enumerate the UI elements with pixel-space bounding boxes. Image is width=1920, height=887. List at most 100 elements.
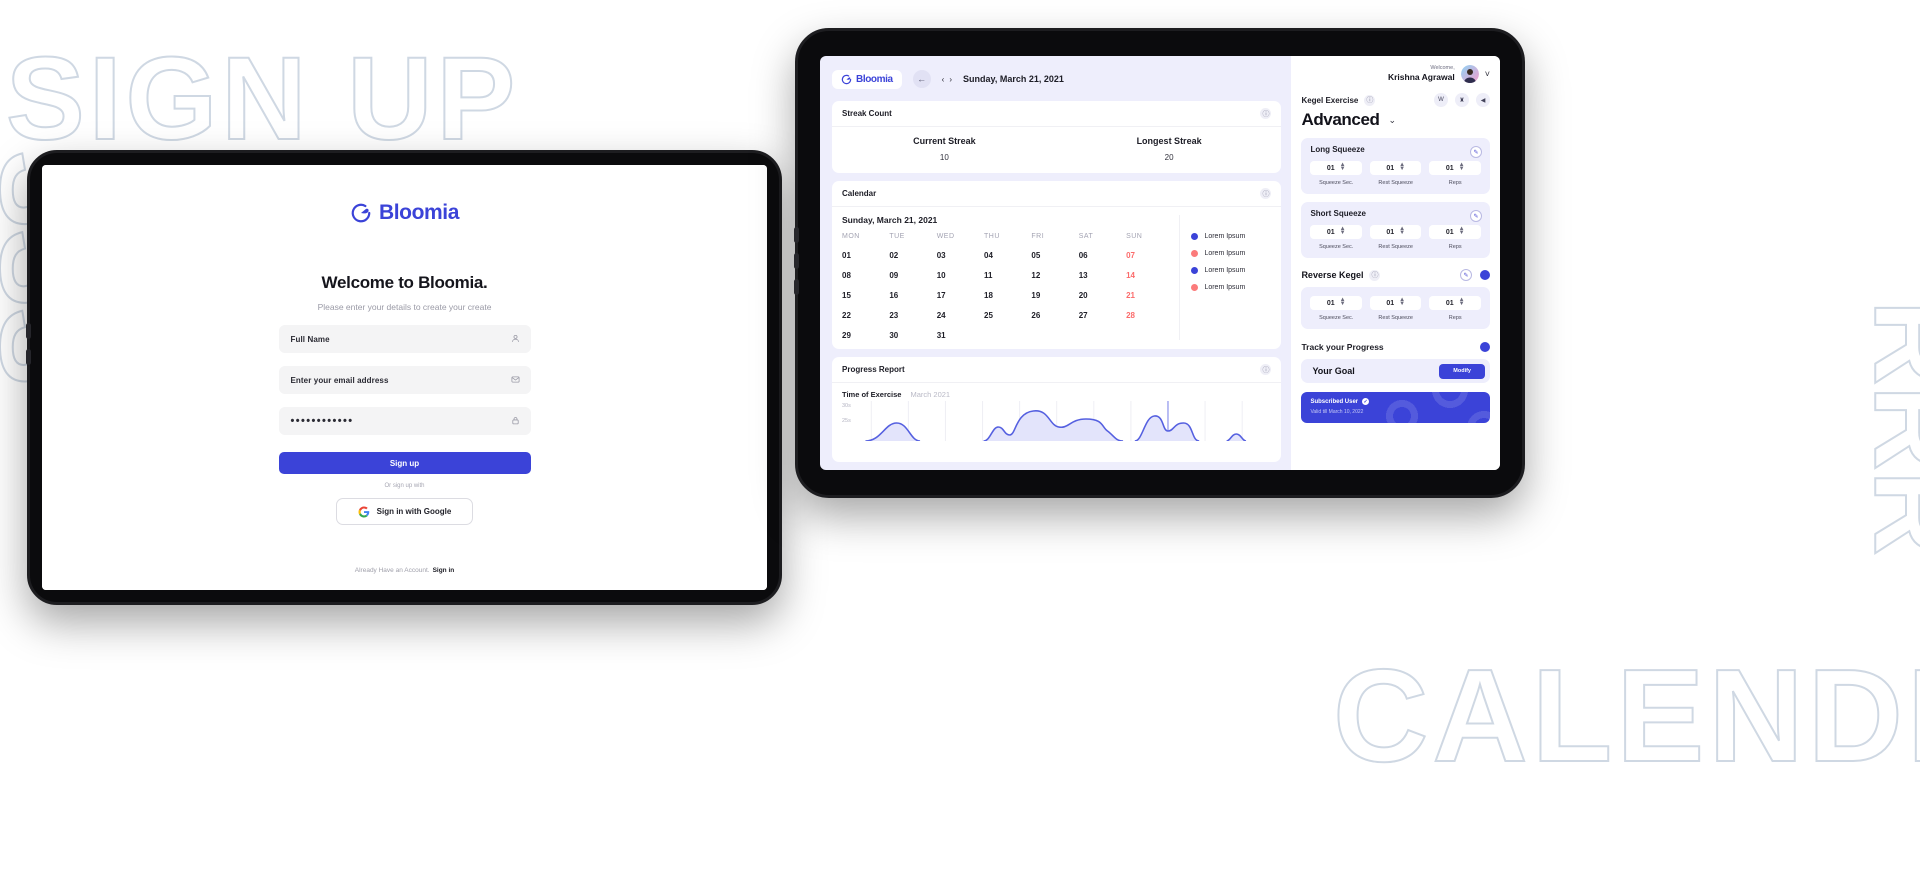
full-name-field[interactable]: Full Name bbox=[278, 325, 531, 353]
number-stepper[interactable]: 01 ▲ ▼ bbox=[1369, 161, 1422, 175]
brand-name: Bloomia bbox=[856, 73, 893, 85]
google-button-label: Sign in with Google bbox=[376, 507, 452, 516]
sign-in-link[interactable]: Sign in bbox=[433, 567, 455, 574]
long-squeeze-title: Long Squeeze bbox=[1310, 145, 1365, 154]
chart-y-axis: 30s 25s bbox=[842, 403, 851, 424]
subscription-card[interactable]: Subscribed User ✓ Valid till March 10, 2… bbox=[1301, 392, 1490, 423]
number-stepper[interactable]: 01 ▲ ▼ bbox=[1310, 296, 1362, 310]
calendar-body: Sunday, March 21, 2021 MON TUE WED THU FRI SA… bbox=[832, 207, 1281, 349]
number-stepper[interactable]: 01 ▲ ▼ bbox=[1429, 225, 1481, 239]
sign-up-button[interactable]: Sign up bbox=[278, 452, 531, 474]
password-field[interactable]: •••••••••••• bbox=[278, 407, 531, 435]
sign-in-with-google-button[interactable]: Sign in with Google bbox=[336, 498, 473, 525]
calendar-day[interactable]: 06 bbox=[1079, 251, 1126, 260]
bloomia-logo-icon bbox=[350, 202, 372, 224]
edit-icon[interactable]: ✎ bbox=[1470, 146, 1482, 158]
calendar-day[interactable]: 10 bbox=[937, 271, 984, 280]
stepper-arrows[interactable]: ▲ ▼ bbox=[1459, 297, 1465, 306]
stepper-value: 01 bbox=[1445, 228, 1454, 236]
info-icon[interactable]: ⓘ bbox=[1364, 94, 1376, 106]
reverse-kegel-toggle[interactable] bbox=[1480, 270, 1490, 280]
signup-form-container: Bloomia Welcome to Bloomia. Please enter… bbox=[42, 165, 767, 590]
subscribed-user-label: Subscribed User bbox=[1310, 398, 1359, 405]
stepper-arrows[interactable]: ▲ ▼ bbox=[1340, 226, 1346, 235]
track-progress-header: Track your Progress bbox=[1301, 342, 1490, 352]
number-stepper[interactable]: 01 ▲ ▼ bbox=[1429, 296, 1481, 310]
y-tick: 25s bbox=[842, 418, 851, 424]
widget-action-3-button[interactable]: ◀ bbox=[1476, 93, 1490, 107]
edit-icon[interactable]: ✎ bbox=[1470, 210, 1482, 222]
calendar-day[interactable]: 13 bbox=[1079, 271, 1126, 280]
stepper-arrows[interactable]: ▲ ▼ bbox=[1459, 162, 1465, 171]
calendar-day[interactable]: 02 bbox=[889, 251, 936, 260]
calendar-dow: SUN bbox=[1126, 233, 1143, 240]
calendar-day[interactable]: 11 bbox=[984, 271, 1031, 280]
welcome-label: Welcome, bbox=[1430, 65, 1455, 72]
calendar-card: Calendar ⓘ Sunday, March 21, 2021 MON TUE… bbox=[832, 181, 1282, 349]
calendar-day[interactable]: 26 bbox=[1031, 311, 1078, 320]
calendar-day[interactable]: 09 bbox=[889, 271, 936, 280]
google-icon bbox=[358, 506, 370, 518]
stepper-arrows[interactable]: ▲ ▼ bbox=[1340, 297, 1346, 306]
calendar-day[interactable]: 01 bbox=[842, 251, 889, 260]
widget-action-2-button[interactable]: ♜ bbox=[1455, 93, 1469, 107]
calendar-day[interactable]: 30 bbox=[889, 331, 936, 340]
number-stepper[interactable]: 01 ▲ ▼ bbox=[1369, 225, 1422, 239]
longest-streak-label: Longest Streak bbox=[1136, 136, 1202, 146]
calendar-day[interactable]: 07 bbox=[1126, 251, 1173, 260]
chevron-right-icon[interactable]: › bbox=[949, 75, 952, 84]
calendar-day[interactable]: 17 bbox=[937, 291, 984, 300]
calendar-day[interactable]: 27 bbox=[1079, 311, 1126, 320]
chevron-left-icon[interactable]: ‹ bbox=[942, 75, 945, 84]
chevron-down-icon[interactable]: ⌄ bbox=[1389, 115, 1397, 126]
back-button[interactable]: ← bbox=[912, 70, 931, 88]
calendar-dow: SAT bbox=[1078, 233, 1094, 240]
number-stepper[interactable]: 01 ▲ ▼ bbox=[1310, 161, 1362, 175]
progress-card-header: Progress Report ⓘ bbox=[832, 357, 1282, 383]
calendar-day[interactable]: 31 bbox=[937, 331, 984, 340]
stepper-arrows[interactable]: ▲ ▼ bbox=[1340, 162, 1346, 171]
dashboard-topbar: Bloomia ← ‹ › Sunday, March 21, 2021 bbox=[832, 66, 1281, 92]
calendar-day[interactable]: 29 bbox=[842, 331, 889, 340]
modify-goal-button[interactable]: Modify bbox=[1439, 363, 1485, 379]
stepper-arrows[interactable]: ▲ ▼ bbox=[1399, 297, 1405, 306]
stepper-arrows[interactable]: ▲ ▼ bbox=[1399, 226, 1405, 235]
calendar-card-title: Calendar bbox=[842, 189, 877, 198]
calendar-day[interactable]: 03 bbox=[937, 251, 984, 260]
number-stepper[interactable]: 01 ▲ ▼ bbox=[1429, 161, 1481, 175]
stepper-arrows[interactable]: ▲ ▼ bbox=[1399, 162, 1405, 171]
calendar-day[interactable]: 15 bbox=[842, 291, 889, 300]
number-stepper[interactable]: 01 ▲ ▼ bbox=[1369, 296, 1422, 310]
widget-action-1-button[interactable]: W bbox=[1434, 93, 1448, 107]
calendar-day[interactable]: 25 bbox=[984, 311, 1031, 320]
calendar-day[interactable]: 23 bbox=[889, 311, 936, 320]
track-progress-toggle[interactable] bbox=[1480, 342, 1490, 352]
calendar-day[interactable]: 08 bbox=[842, 271, 889, 280]
dashboard-logo[interactable]: Bloomia bbox=[832, 69, 902, 89]
edit-icon[interactable]: ✎ bbox=[1460, 269, 1472, 281]
info-icon[interactable]: ⓘ bbox=[1260, 188, 1272, 199]
info-icon[interactable]: ⓘ bbox=[1369, 269, 1381, 281]
calendar-day[interactable]: 20 bbox=[1079, 291, 1126, 300]
calendar-day[interactable]: 19 bbox=[1031, 291, 1078, 300]
user-profile-row[interactable]: Welcome, Krishna Agrawal ˅ bbox=[1301, 65, 1490, 83]
calendar-day[interactable]: 22 bbox=[842, 311, 889, 320]
stepper-arrows[interactable]: ▲ ▼ bbox=[1459, 226, 1465, 235]
info-icon[interactable]: ⓘ bbox=[1260, 108, 1272, 119]
short-squeeze-card: Short Squeeze ✎ 01 ▲ ▼ Squeeze Sec. 01 ▲ ▼ Rest… bbox=[1301, 202, 1490, 258]
number-stepper[interactable]: 01 ▲ ▼ bbox=[1310, 225, 1362, 239]
calendar-day[interactable]: 18 bbox=[984, 291, 1031, 300]
chevron-down-icon[interactable]: ˅ bbox=[1485, 69, 1490, 79]
calendar-day[interactable]: 16 bbox=[889, 291, 936, 300]
email-field[interactable]: Enter your email address bbox=[278, 366, 531, 394]
calendar-day[interactable]: 21 bbox=[1126, 291, 1173, 300]
avatar[interactable] bbox=[1460, 65, 1479, 83]
calendar-day[interactable]: 04 bbox=[984, 251, 1031, 260]
calendar-day[interactable]: 14 bbox=[1126, 271, 1173, 280]
calendar-day[interactable]: 05 bbox=[1031, 251, 1078, 260]
calendar-day[interactable]: 28 bbox=[1126, 311, 1173, 320]
calendar-day[interactable]: 12 bbox=[1031, 271, 1078, 280]
calendar-day[interactable]: 24 bbox=[937, 311, 984, 320]
level-selector[interactable]: Advanced ⌄ bbox=[1301, 110, 1490, 130]
info-icon[interactable]: ⓘ bbox=[1260, 364, 1272, 375]
